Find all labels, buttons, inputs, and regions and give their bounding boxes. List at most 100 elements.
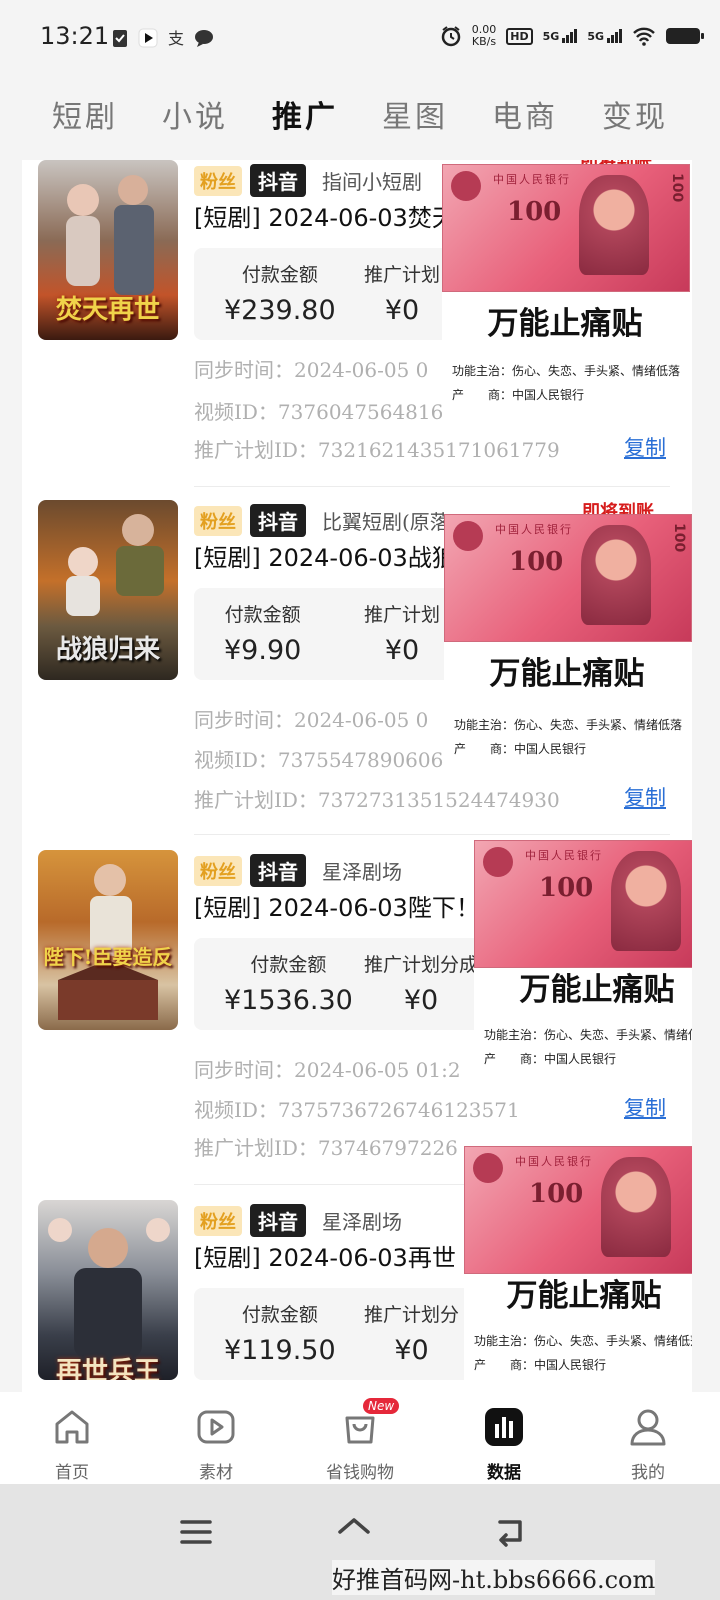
copy-button[interactable]: 复制 [624,782,666,812]
pain-relief-sticker: 中国人民银行 100 万能止痛贴 功能主治：伤心、失恋、手头紧、情绪低落 产 商… [464,1142,692,1392]
tab-monetize[interactable]: 变现 [602,92,668,136]
tag-row: 粉丝 抖音 星泽剧场 [194,854,402,887]
sticker-line: 产 商：中国人民银行 [452,388,585,402]
status-bar: 13:21 支 0.00 KB/s HD 5G 5G [0,0,720,78]
drama-poster[interactable]: 再世兵王 [38,1200,178,1380]
plan-id: 推广计划ID：7372731351524474930 [194,788,560,812]
pain-relief-sticker: 中国人民银行 100 万能止痛贴 功能主治：伤心、失恋、手头紧、情绪低落 产 商… [474,836,692,1098]
banknote-image: 中国人民银行 100 [474,840,692,968]
emblem-icon [473,1153,503,1183]
poster-title: 战狼归来 [55,635,160,665]
pay-amount: 付款金额 ¥239.80 [224,264,336,326]
alipay-icon: 支 [168,29,184,48]
nav-data[interactable]: 数据 [449,1392,559,1483]
pay-amount: 付款金额 ¥9.90 [224,604,302,666]
promotion-order-list[interactable]: 焚天再世 粉丝 抖音 指间小短剧 [短剧] 2024-06-03焚天 付款金额 … [22,160,692,1392]
signal-sim1: 5G [543,29,578,43]
portrait-image [611,851,681,951]
order-title: [短剧] 2024-06-03焚天 [194,204,456,232]
sticker-line: 产 商：中国人民银行 [484,1052,617,1066]
user-icon [630,1409,666,1446]
top-tab-bar: 短剧 小说 推广 星图 电商 变现 [0,78,720,150]
emblem-icon [483,847,513,877]
video-id: 视频ID：7376047564816 [194,400,444,424]
pay-amount: 付款金额 ¥119.50 [224,1304,336,1366]
home-icon [55,1410,89,1444]
sticker-title: 万能止痛贴 [506,1278,662,1314]
home-button-icon[interactable] [334,1512,374,1552]
back-icon[interactable] [490,1512,530,1552]
banknote-image: 中国人民银行 100 100 [444,514,692,642]
pain-relief-sticker: 即将到账 中国人民银行 100 100 万能止痛贴 功能主治：伤心、失恋、手头紧… [442,160,690,416]
pay-amount: 付款金额 ¥1536.30 [224,954,353,1016]
battery-icon [666,28,704,44]
clipboard-check-icon [113,30,127,47]
tab-promotion[interactable]: 推广 [272,92,338,136]
tab-xingtu[interactable]: 星图 [382,92,448,136]
sticker-line: 功能主治：伤心、失恋、手头紧、情绪低落 [474,1334,692,1348]
signal-sim2: 5G [587,29,622,43]
divider [194,834,670,835]
video-id: 视频ID：7375547890606 [194,748,444,772]
poster-art [58,864,158,1020]
supplier-name: 星泽剧场 [322,1210,402,1234]
platform-tag: 抖音 [250,504,306,537]
nav-home[interactable]: 首页 [17,1392,127,1483]
nav-materials[interactable]: 素材 [161,1392,271,1483]
tab-short-drama[interactable]: 短剧 [52,92,118,136]
play-icon [197,1410,235,1444]
sticker-line: 功能主治：伤心、失恋、手头紧、情绪低落 [484,1028,692,1042]
plan-share: 推广计划分成 ¥0 [364,954,479,1016]
tab-novel[interactable]: 小说 [162,92,228,136]
sticker-line: 功能主治：伤心、失恋、手头紧、情绪低落 [452,364,681,378]
new-badge: New [363,1398,400,1414]
plan-share: 推广计划 ¥0 [364,604,441,666]
sticker-title: 万能止痛贴 [519,972,675,1008]
fans-tag: 粉丝 [194,505,242,536]
status-right: 0.00 KB/s HD 5G 5G [440,24,704,48]
platform-tag: 抖音 [250,1204,306,1237]
sticker-line: 产 商：中国人民银行 [454,742,587,756]
supplier-name: 星泽剧场 [322,860,402,884]
tag-row: 粉丝 抖音 比翼短剧(原落雪) [194,504,478,537]
chart-icon [485,1408,523,1446]
nav-shopping[interactable]: New 省钱购物 [305,1392,415,1483]
status-time: 13:21 [40,22,110,50]
supplier-name: 指间小短剧 [322,170,422,194]
plan-id: 推广计划ID：7321621435171061779 [194,438,560,462]
banknote-image: 中国人民银行 100 100 [442,164,690,292]
poster-title: 陛下!臣要造反 [43,945,173,969]
copy-button[interactable]: 复制 [624,432,666,462]
video-id: 视频ID：7375736726746123571 [194,1098,520,1122]
fans-tag: 粉丝 [194,1205,242,1236]
platform-tag: 抖音 [250,854,306,887]
sync-time: 同步时间：2024-06-05 01:2 [194,1058,461,1082]
plan-id: 推广计划ID：73746797226 [194,1136,458,1160]
order-title: [短剧] 2024-06-03战狼 [194,544,456,572]
nav-mine[interactable]: 我的 [593,1392,703,1483]
menu-icon[interactable] [176,1512,216,1552]
emblem-icon [451,171,481,201]
tiktok-icon [138,28,158,48]
sync-time: 同步时间：2024-06-05 0 [194,358,429,382]
bottom-nav: 首页 素材 New 省钱购物 数据 我的 [0,1392,720,1484]
sticker-line: 功能主治：伤心、失恋、手头紧、情绪低落 [454,718,683,732]
pain-relief-sticker: 即将到账 中国人民银行 100 100 万能止痛贴 功能主治：伤心、失恋、手头紧… [444,502,692,772]
tag-row: 粉丝 抖音 指间小短剧 [194,164,422,197]
notification-icons: 支 [110,28,214,48]
alarm-clock-icon [441,26,461,47]
chat-bubble-icon [195,30,213,47]
order-title: [短剧] 2024-06-03再世 [194,1244,456,1272]
drama-poster[interactable]: 陛下!臣要造反 [38,850,178,1030]
wifi-icon [633,27,655,46]
drama-poster[interactable]: 焚天再世 [38,160,178,340]
sticker-line: 产 商：中国人民银行 [474,1358,607,1372]
fans-tag: 粉丝 [194,165,242,196]
tab-ecommerce[interactable]: 电商 [492,92,558,136]
banknote-image: 中国人民银行 100 [464,1146,692,1274]
plan-share: 推广计划分 ¥0 [364,1304,460,1366]
platform-tag: 抖音 [250,164,306,197]
sticker-title: 万能止痛贴 [487,306,643,342]
drama-poster[interactable]: 战狼归来 [38,500,178,680]
fans-tag: 粉丝 [194,855,242,886]
